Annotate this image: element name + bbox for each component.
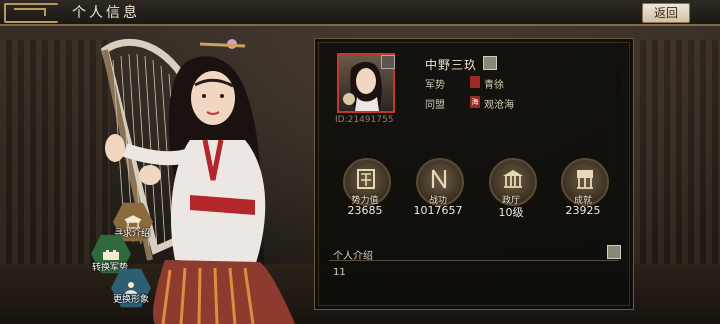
alliance-flag-icon: 海 bbox=[470, 96, 480, 108]
user-id: ID:21491755 bbox=[335, 115, 394, 125]
achievement-value: 23925 bbox=[565, 204, 601, 217]
change-appearance-label: 更换形象 bbox=[113, 295, 150, 305]
page-title: 个人信息 bbox=[72, 5, 140, 21]
faction-label: 军势 bbox=[425, 80, 445, 91]
edit-name-icon[interactable] bbox=[483, 56, 497, 70]
merit-icon bbox=[431, 169, 447, 189]
fortress-icon bbox=[103, 250, 119, 260]
alliance-value: 观沧海 bbox=[484, 100, 514, 111]
title-ornament-icon bbox=[4, 3, 58, 23]
alliance-label: 同盟 bbox=[425, 100, 445, 111]
hall-icon bbox=[503, 170, 523, 188]
player-name: 中野三玖 bbox=[425, 58, 478, 72]
title-bar: 个人信息 返回 bbox=[0, 0, 720, 26]
merit-value: 1017657 bbox=[413, 204, 463, 217]
faction-flag-icon bbox=[470, 76, 480, 88]
intro-divider bbox=[329, 260, 619, 261]
swap-avatar-icon[interactable] bbox=[381, 55, 395, 69]
profile-panel: ID:21491755 中野三玖 军势 青徐 同盟 海 观沧海 势力值 2368… bbox=[314, 38, 634, 310]
edit-intro-icon[interactable] bbox=[607, 245, 621, 259]
intro-text: 11 bbox=[333, 267, 346, 278]
wooden-lattice-left bbox=[0, 40, 110, 280]
power-icon bbox=[357, 169, 375, 189]
power-value: 23685 bbox=[347, 204, 383, 217]
achievement-icon bbox=[577, 170, 593, 189]
government-hall-value: 10级 bbox=[498, 206, 524, 219]
faction-value: 青徐 bbox=[484, 80, 504, 91]
back-button[interactable]: 返回 bbox=[642, 3, 690, 23]
